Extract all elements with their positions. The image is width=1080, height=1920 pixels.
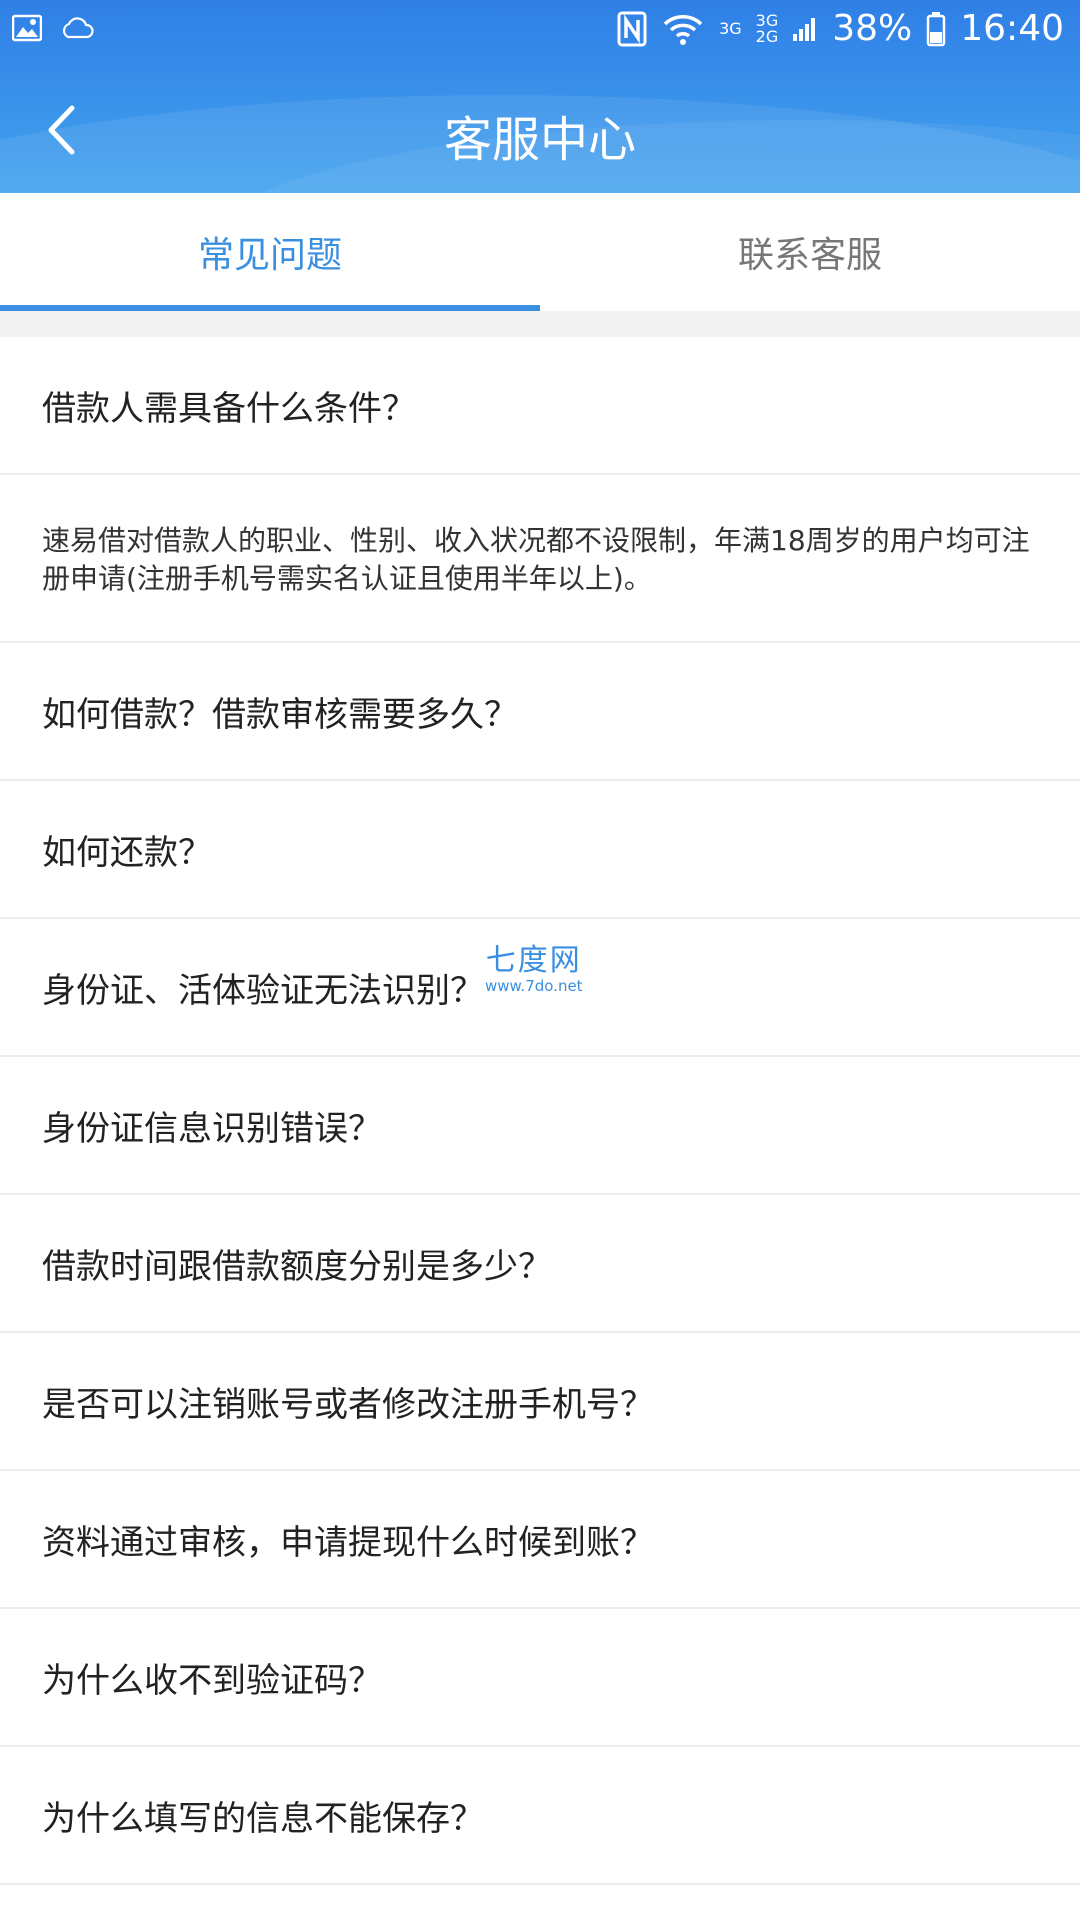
faq-question-text: 如何借款？借款审核需要多久？ [42,694,518,735]
faq-question[interactable]: 资料通过审核，申请提现什么时候到账？ [0,1471,1080,1609]
faq-question[interactable]: 为什么收不到验证码？ [0,1609,1080,1747]
faq-answer: 速易借对借款人的职业、性别、收入状况都不设限制，年满18周岁的用户均可注册申请(… [0,475,1080,643]
tab-faq[interactable]: 常见问题 [0,193,540,311]
faq-question-text: 身份证、活体验证无法识别？ [42,970,484,1011]
faq-question-text: 为什么收不到验证码？ [42,1660,382,1701]
status-bar: 3G 3G 2G 38% 16:40 [0,0,1080,62]
signal-icon [793,17,816,41]
tab-bar: 常见问题 联系客服 [0,193,1080,311]
clock: 16:40 [960,8,1064,49]
status-right-icons: 3G 3G 2G 38% 16:40 [617,8,1064,49]
tab-faq-label: 常见问题 [197,235,342,276]
faq-question-text: 资料通过审核，申请提现什么时候到账？ [42,1522,654,1563]
gallery-icon [12,14,42,42]
faq-question-text: 身份证信息识别错误？ [42,1108,382,1149]
tab-contact-service[interactable]: 联系客服 [540,193,1080,311]
faq-question-text: 是否可以注销账号或者修改注册手机号？ [42,1384,654,1425]
faq-question[interactable]: 身份证、活体验证无法识别？ [0,919,1080,1057]
section-divider [0,311,1080,337]
faq-question[interactable]: 借款人需具备什么条件？ [0,337,1080,475]
battery-icon [927,11,946,46]
faq-question[interactable]: 如何还款？ [0,781,1080,919]
faq-question-text: 如何还款？ [42,832,212,873]
faq-question[interactable]: 借款时间跟借款额度分别是多少？ [0,1195,1080,1333]
faq-question[interactable]: 如何借款？借款审核需要多久？ [0,643,1080,781]
faq-list: 借款人需具备什么条件？ 速易借对借款人的职业、性别、收入状况都不设限制，年满18… [0,337,1080,1885]
nfc-icon [617,11,647,46]
wifi-icon [663,14,703,45]
faq-answer-text: 速易借对借款人的职业、性别、收入状况都不设限制，年满18周岁的用户均可注册申请(… [42,524,1030,595]
app-header: 3G 3G 2G 38% 16:40 客服中心 [0,0,1080,193]
page-title: 客服中心 [443,112,636,168]
network-type-1: 3G [719,19,742,38]
network-type-2: 3G 2G [755,12,779,46]
title-bar: 客服中心 [0,62,1080,193]
faq-question-text: 为什么填写的信息不能保存？ [42,1798,484,1839]
faq-question[interactable]: 是否可以注销账号或者修改注册手机号？ [0,1333,1080,1471]
battery-percent: 38% [832,8,913,49]
faq-question-text: 借款时间跟借款额度分别是多少？ [42,1246,552,1287]
faq-question[interactable]: 为什么填写的信息不能保存？ [0,1747,1080,1885]
network-type-2-bottom: 2G [755,26,779,46]
faq-question-text: 借款人需具备什么条件？ [42,388,416,429]
tab-contact-service-label: 联系客服 [737,235,882,276]
status-left-icons [12,14,94,42]
cloud-icon [62,17,94,39]
faq-question[interactable]: 身份证信息识别错误？ [0,1057,1080,1195]
